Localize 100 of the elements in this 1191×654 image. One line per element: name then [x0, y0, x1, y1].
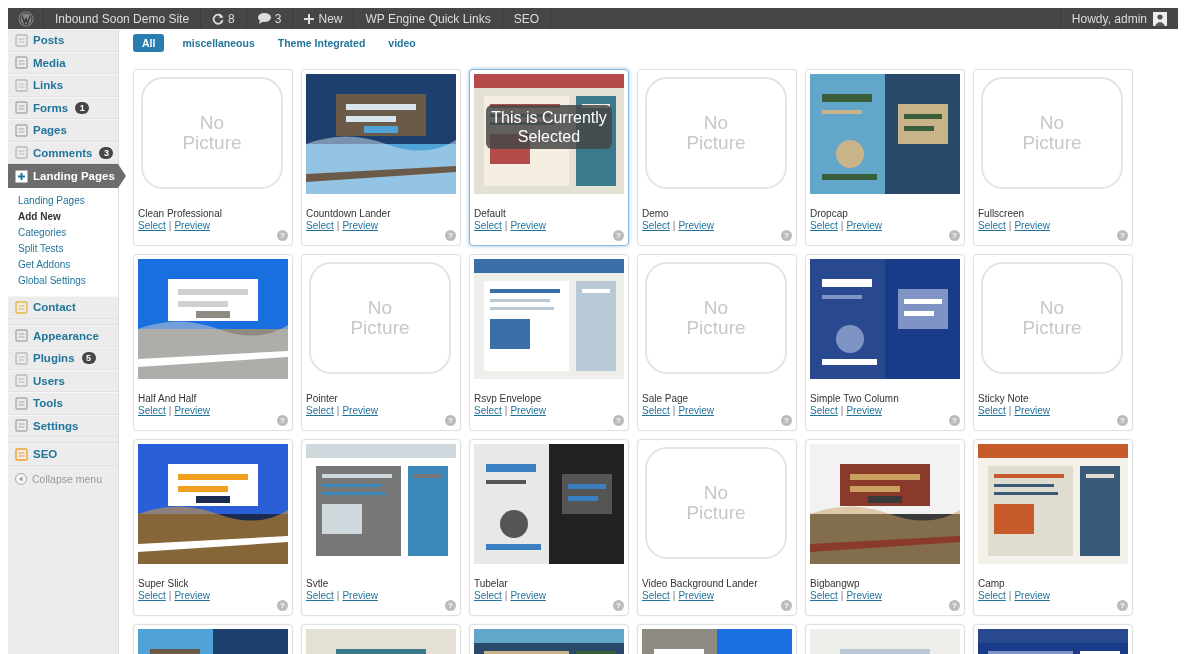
action-link[interactable]: Select [810, 590, 838, 602]
link-separator: | [504, 590, 508, 602]
template-name: Fullscreen [978, 207, 1026, 220]
action-link[interactable]: Preview [1014, 405, 1050, 417]
menu-icon [15, 396, 28, 410]
site-name-link[interactable]: Inbound Soon Demo Site [44, 8, 202, 29]
action-link[interactable]: Preview [846, 405, 882, 417]
plus-icon [304, 13, 315, 24]
action-link[interactable]: Select [810, 405, 838, 417]
action-link[interactable]: Select [810, 220, 838, 232]
avatar-icon [1153, 11, 1167, 26]
selected-overlay: This is Currently Selected [486, 105, 612, 149]
sidebar-menu-item[interactable]: Landing Pages [8, 164, 127, 188]
template-name: Clean Professional [138, 207, 223, 220]
submenu-link[interactable]: Categories [18, 225, 118, 240]
action-link[interactable]: Select [642, 220, 670, 232]
admin-bar-link[interactable]: WP Engine Quick Links [354, 8, 503, 29]
sidebar-menu-item[interactable]: SEO [8, 443, 118, 466]
submenu-link[interactable]: Global Settings [18, 273, 118, 288]
action-link[interactable]: Select [474, 220, 502, 232]
action-link[interactable]: Select [642, 405, 670, 417]
account-menu[interactable]: Howdy, admin [1059, 8, 1178, 29]
action-link[interactable]: Select [306, 220, 334, 232]
sidebar-menu-item[interactable]: Users [8, 369, 118, 392]
action-link[interactable]: Preview [1014, 590, 1050, 602]
filter-tab[interactable]: video [380, 33, 424, 52]
action-link[interactable]: Select [474, 590, 502, 602]
template-name: Half And Half [138, 392, 198, 405]
action-link[interactable]: Select [978, 590, 1006, 602]
action-link[interactable]: Select [138, 405, 166, 417]
admin-bar-link[interactable]: SEO [502, 8, 551, 29]
link-separator: | [504, 405, 508, 417]
menu-label: Settings [33, 419, 79, 432]
action-link[interactable]: Select [642, 590, 670, 602]
submenu-link[interactable]: Landing Pages [18, 193, 118, 208]
sidebar-menu-item[interactable]: Contact [8, 296, 118, 319]
action-link[interactable]: Preview [174, 405, 210, 417]
action-link[interactable]: Select [138, 220, 166, 232]
sidebar-menu-item[interactable]: Forms 1 [8, 96, 118, 119]
sidebar-menu-item[interactable]: Tools [8, 392, 118, 415]
action-link[interactable]: Preview [510, 405, 546, 417]
menu-label: SEO [33, 448, 58, 461]
sidebar-menu-item[interactable]: Settings [8, 414, 118, 437]
menu-icon [15, 33, 28, 47]
template-name: Camp [978, 577, 1006, 590]
template-name: Dropcap [810, 207, 849, 220]
action-link[interactable]: Preview [510, 590, 546, 602]
count-badge: 1 [75, 101, 90, 114]
action-link[interactable]: Select [474, 405, 502, 417]
filter-tab[interactable]: Theme Integrated [269, 33, 374, 52]
action-link[interactable]: Select [306, 405, 334, 417]
sidebar-menu-item[interactable]: Links [8, 74, 118, 97]
comments-count: 3 [274, 11, 282, 26]
action-link[interactable]: Preview [846, 590, 882, 602]
action-link[interactable]: Preview [342, 405, 378, 417]
menu-icon [15, 101, 28, 115]
template-name: Sale Page [642, 392, 690, 405]
updates-count: 8 [228, 11, 235, 26]
submenu-link[interactable]: Add New [18, 209, 118, 224]
filter-tab[interactable]: All [133, 33, 165, 52]
sidebar-menu-item[interactable]: Posts [8, 29, 118, 52]
link-separator: | [336, 590, 340, 602]
link-separator: | [504, 220, 508, 232]
template-name: Countdown Lander [306, 207, 392, 220]
action-link[interactable]: Select [138, 590, 166, 602]
link-separator: | [672, 405, 676, 417]
action-link[interactable]: Preview [510, 220, 546, 232]
action-link[interactable]: Preview [342, 220, 378, 232]
menu-label: Users [33, 374, 65, 387]
action-link[interactable]: Select [978, 405, 1006, 417]
sidebar-menu-item[interactable]: Appearance [8, 324, 118, 347]
menu-label: Landing Pages [33, 170, 115, 182]
menu-icon [15, 351, 28, 365]
action-link[interactable]: Select [978, 220, 1006, 232]
action-link[interactable]: Select [306, 590, 334, 602]
link-separator: | [1008, 405, 1012, 417]
action-link[interactable]: Preview [678, 405, 714, 417]
action-link[interactable]: Preview [678, 590, 714, 602]
action-link[interactable]: Preview [1014, 220, 1050, 232]
menu-label: Comments [33, 146, 93, 159]
new-content-link[interactable]: New [293, 8, 355, 29]
template-name: Tubelar [474, 577, 509, 590]
filter-tab[interactable]: miscellaneous [174, 33, 263, 52]
collapse-label: Collapse menu [32, 472, 103, 485]
action-link[interactable]: Preview [342, 590, 378, 602]
link-separator: | [672, 220, 676, 232]
action-link[interactable]: Preview [174, 590, 210, 602]
template-name: Pointer [306, 392, 339, 405]
submenu-link[interactable]: Split Tests [18, 241, 118, 256]
submenu-link[interactable]: Get Addons [18, 257, 118, 272]
action-link[interactable]: Preview [678, 220, 714, 232]
sidebar-menu-item[interactable]: Plugins 5 [8, 347, 118, 370]
action-link[interactable]: Preview [174, 220, 210, 232]
action-link[interactable]: Preview [846, 220, 882, 232]
menu-icon [15, 374, 28, 388]
updates-link[interactable]: 8 [201, 8, 247, 29]
sidebar-menu-item[interactable]: Media [8, 51, 118, 74]
link-separator: | [168, 590, 172, 602]
sidebar-menu-item[interactable]: Pages [8, 119, 118, 142]
comments-link[interactable]: 3 [246, 8, 294, 29]
